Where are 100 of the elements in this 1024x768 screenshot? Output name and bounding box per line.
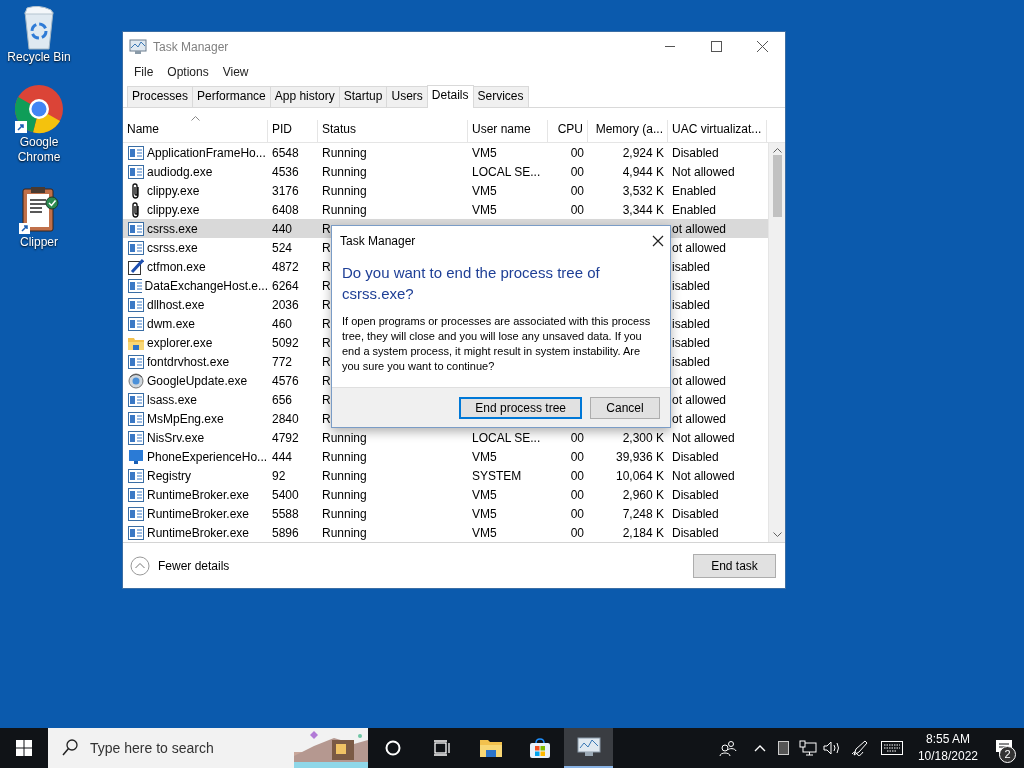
pid-cell: 460 bbox=[272, 316, 293, 331]
status-cell: Running bbox=[322, 525, 367, 540]
uac-cell: ot allowed bbox=[672, 411, 727, 426]
cpu-cell: 00 bbox=[570, 202, 584, 217]
uac-cell: ot allowed bbox=[672, 392, 727, 407]
process-name: ApplicationFrameHo... bbox=[147, 144, 266, 162]
cpu-cell: 00 bbox=[570, 525, 584, 540]
uac-cell: Not allowed bbox=[672, 164, 735, 179]
process-name: PhoneExperienceHo... bbox=[147, 448, 268, 466]
uac-cell: Disabled bbox=[672, 449, 719, 464]
user-cell: VM5 bbox=[472, 506, 497, 521]
memory-cell: 2,184 K bbox=[622, 525, 664, 540]
pid-cell: 6408 bbox=[272, 202, 299, 217]
user-cell: LOCAL SE... bbox=[472, 164, 541, 179]
status-cell: Running bbox=[322, 145, 367, 160]
uac-cell: isabled bbox=[672, 335, 711, 350]
pid-cell: 524 bbox=[272, 240, 293, 255]
status-cell: Running bbox=[322, 183, 367, 198]
user-cell: VM5 bbox=[472, 487, 497, 502]
uac-cell: isabled bbox=[672, 316, 711, 331]
process-name: explorer.exe bbox=[147, 334, 213, 352]
status-cell: R bbox=[322, 373, 331, 388]
process-name: DataExchangeHost.e... bbox=[144, 277, 268, 295]
process-name: dllhost.exe bbox=[147, 296, 205, 314]
process-name: lsass.exe bbox=[147, 391, 198, 409]
pid-cell: 2036 bbox=[272, 297, 299, 312]
pid-cell: 5896 bbox=[272, 525, 299, 540]
process-name: dwm.exe bbox=[147, 315, 196, 333]
uac-cell: Disabled bbox=[672, 506, 719, 521]
uac-cell: Enabled bbox=[672, 183, 717, 198]
status-cell: R bbox=[322, 316, 331, 331]
dialog-heading: Do you want to end the process tree of csrss.exe? bbox=[341, 263, 601, 304]
cpu-cell: 00 bbox=[570, 183, 584, 198]
status-cell: Running bbox=[322, 449, 367, 464]
memory-cell: 4,944 K bbox=[622, 164, 664, 179]
clock-date: 10/18/2022 bbox=[917, 748, 978, 765]
process-name: NisSrv.exe bbox=[147, 429, 205, 447]
pid-cell: 6548 bbox=[272, 145, 299, 160]
uac-cell: isabled bbox=[672, 259, 711, 274]
user-cell: VM5 bbox=[472, 202, 497, 217]
user-cell: VM5 bbox=[472, 449, 497, 464]
status-cell: R bbox=[322, 411, 331, 426]
uac-cell: ot allowed bbox=[672, 221, 727, 236]
user-cell: VM5 bbox=[472, 183, 497, 198]
cpu-cell: 00 bbox=[570, 164, 584, 179]
memory-cell: 2,960 K bbox=[622, 487, 664, 502]
uac-cell: Enabled bbox=[672, 202, 717, 217]
window-title: Task Manager bbox=[153, 38, 229, 56]
process-name: RuntimeBroker.exe bbox=[147, 505, 250, 523]
user-cell: VM5 bbox=[472, 525, 497, 540]
cpu-cell: 00 bbox=[570, 145, 584, 160]
status-cell: R bbox=[322, 354, 331, 369]
process-name: ctfmon.exe bbox=[147, 258, 206, 276]
uac-cell: Not allowed bbox=[672, 430, 735, 445]
cpu-cell: 00 bbox=[570, 506, 584, 521]
process-name: fontdrvhost.exe bbox=[147, 353, 230, 371]
process-name: audiodg.exe bbox=[147, 163, 213, 181]
status-cell: Running bbox=[322, 164, 367, 179]
process-name: MsMpEng.exe bbox=[147, 410, 224, 428]
process-name: RuntimeBroker.exe bbox=[147, 524, 250, 542]
uac-cell: Not allowed bbox=[672, 468, 735, 483]
status-cell: R bbox=[322, 335, 331, 350]
uac-cell: isabled bbox=[672, 278, 711, 293]
memory-cell: 10,064 K bbox=[615, 468, 664, 483]
process-name: clippy.exe bbox=[147, 182, 200, 200]
memory-cell: 7,248 K bbox=[622, 506, 664, 521]
uac-cell: Disabled bbox=[672, 145, 719, 160]
pid-cell: 5092 bbox=[272, 335, 299, 350]
pid-cell: 2840 bbox=[272, 411, 299, 426]
pid-cell: 656 bbox=[272, 392, 293, 407]
pid-cell: 6264 bbox=[272, 278, 299, 293]
pid-cell: 4536 bbox=[272, 164, 299, 179]
status-cell: R bbox=[322, 221, 331, 236]
memory-cell: 2,300 K bbox=[622, 430, 664, 445]
pid-cell: 92 bbox=[272, 468, 286, 483]
status-cell: Running bbox=[322, 468, 367, 483]
status-cell: R bbox=[322, 278, 331, 293]
status-cell: Running bbox=[322, 506, 367, 521]
user-cell: SYSTEM bbox=[472, 468, 522, 483]
pid-cell: 4576 bbox=[272, 373, 299, 388]
dialog-message: If open programs or processes are associated with this process tree, they will close and you will lose any unsaved data. If you end a system process, it might result in system instability. Are you sure you want to continue? bbox=[341, 314, 652, 374]
process-name: Registry bbox=[147, 467, 191, 485]
uac-cell: Disabled bbox=[672, 487, 719, 502]
uac-cell: isabled bbox=[672, 354, 711, 369]
process-name: csrss.exe bbox=[147, 220, 198, 238]
uac-cell: ot allowed bbox=[672, 240, 727, 255]
user-cell: LOCAL SE... bbox=[472, 430, 541, 445]
cpu-cell: 00 bbox=[570, 430, 584, 445]
pid-cell: 772 bbox=[272, 354, 293, 369]
pid-cell: 444 bbox=[272, 449, 293, 464]
uac-cell: Disabled bbox=[672, 525, 719, 540]
pid-cell: 4872 bbox=[272, 259, 299, 274]
process-name: csrss.exe bbox=[147, 239, 198, 257]
memory-cell: 3,532 K bbox=[622, 183, 664, 198]
pid-cell: 5400 bbox=[272, 487, 299, 502]
status-cell: R bbox=[322, 392, 331, 407]
status-cell: R bbox=[322, 240, 331, 255]
cpu-cell: 00 bbox=[570, 468, 584, 483]
uac-cell: ot allowed bbox=[672, 373, 727, 388]
cpu-cell: 00 bbox=[570, 449, 584, 464]
